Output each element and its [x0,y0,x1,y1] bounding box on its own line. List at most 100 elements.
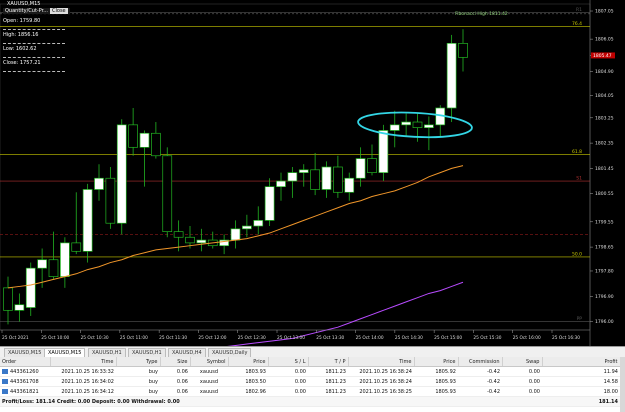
order-close-price: 1805.93 [414,376,458,387]
candle-body [128,124,138,148]
order-icon [2,368,8,374]
time-tick-label: 25 Oct 2021 [2,335,29,341]
candle-body [139,132,150,148]
candle-body [230,228,241,241]
col-tp[interactable]: T / P [308,357,349,367]
candle-body [424,124,434,129]
time-tick-label: 25 Oct 13:30 [316,335,344,341]
order-id: 443361708 [10,378,39,385]
profit-total: 181.14 [542,396,620,407]
col-commission[interactable]: Commission [458,357,503,367]
order-tp: 1811.23 [308,366,348,377]
order-time: 2021.10.25 16:34:02 [50,376,116,387]
order-type: buy [116,376,160,387]
candle-body [287,172,298,182]
time-tick-label: 25 Oct 15:30 [473,335,501,341]
profit-loss-summary-row: Profit/Loss: 181.14 Credit: 0.00 Deposit… [0,396,620,407]
order-symbol: xauusd [190,366,228,377]
order-close-time: 2021.10.25 16:38:24 [348,366,414,377]
col-profit[interactable]: Profit [542,357,621,367]
time-tick-label: 25 Oct 12:30 [238,335,266,341]
candle-body [48,259,59,277]
candle-body [60,242,70,277]
chart-symbol-title: XAUUSD,M15 [7,1,41,7]
price-tick-label: 1802.35 [595,141,614,147]
col-order[interactable]: Order [0,357,51,367]
price-chart[interactable]: 76.4 61.8 50.0 R1 PP S1 Fibonacci High 1811.42… [0,0,625,346]
order-id-cell: 443361821 [0,386,50,397]
fibonacci-label: Fibonacci High 1811.42 [455,11,508,17]
col-swap[interactable]: Swap [502,357,543,367]
candle-body [94,177,104,190]
terminal-orders-panel: Order Time Type Size Symbol Price S / L … [0,357,625,412]
time-tick-label: 25 Oct 11:30 [159,335,187,341]
candle-body [401,121,411,126]
candle-body [242,225,252,230]
order-icon [2,378,8,384]
col-time[interactable]: Time [50,357,117,367]
order-row[interactable]: 443361821 2021.10.25 16:34:12 buy 0.06 x… [0,386,620,397]
col-type[interactable]: Type [116,357,161,367]
order-type: buy [116,366,160,377]
time-tick-label: 25 Oct 11:00 [120,335,148,341]
col-close-time[interactable]: Time [348,357,415,367]
price-tick-label: 1801.45 [595,166,614,172]
candle-body [196,239,207,244]
order-profit: 11.94 [542,366,620,377]
col-price[interactable]: Price [228,357,269,367]
current-price-label: 1805.47 [593,53,612,59]
candle-body [378,130,389,173]
price-tick-label: 1796.00 [595,319,614,325]
time-tick-label: 25 Oct 16:30 [552,335,580,341]
order-swap: 0.00 [502,366,542,377]
candle-body [310,169,320,190]
order-close-price: 1805.92 [414,366,458,377]
candle-body [14,304,25,311]
level-label: 61.8 [572,149,582,155]
order-size: 0.06 [160,376,190,387]
time-tick-label: 25 Oct 12:00 [198,335,226,341]
price-tick-label: 1804.90 [595,69,614,75]
indicator-panel-title: Quantity/Cut-Pr... Close [3,8,70,14]
order-time: 2021.10.25 16:33:32 [50,366,116,377]
candle-body [253,220,264,227]
col-symbol[interactable]: Symbol [190,357,229,367]
candle-body [355,158,366,179]
time-tick-label: 25 Oct 10:00 [41,335,69,341]
level-label: 50.0 [572,251,582,257]
col-sl[interactable]: S / L [268,357,309,367]
ohlc-low: Low: 1602.62 [3,46,65,58]
profit-loss-summary: Profit/Loss: 181.14 Credit: 0.00 Deposit… [0,396,542,407]
order-sl: 0.00 [268,376,308,387]
plot-area [0,3,591,331]
vertical-scrollbar[interactable] [620,357,625,412]
order-commission: -0.42 [458,366,502,377]
col-size[interactable]: Size [160,357,191,367]
ohlc-open: Open: 1759.80 [3,18,65,30]
order-price: 1803.93 [228,366,268,377]
candle-body [321,166,332,190]
candle-body [105,177,116,224]
price-tick-label: 1803.25 [595,115,614,121]
candle-body [298,169,309,173]
time-tick-label: 25 Oct 16:00 [513,335,541,341]
level-label: 76.4 [572,21,582,27]
orders-table: Order Time Type Size Symbol Price S / L … [0,357,621,407]
chart-canvas[interactable]: 76.4 61.8 50.0 R1 PP S1 Fibonacci High 1811.42… [0,0,625,346]
order-id: 443361821 [10,388,39,395]
order-swap: 0.00 [502,376,542,387]
candle-body [37,259,47,269]
order-close-time: 2021.10.25 16:38:25 [348,386,414,397]
order-size: 0.06 [160,366,190,377]
close-panel-button[interactable]: Close [50,8,68,14]
candle-body [25,267,36,308]
candle-body [173,231,184,238]
order-row[interactable]: 443361260 2021.10.25 16:33:32 buy 0.06 x… [0,366,620,377]
order-symbol: xauusd [190,386,228,397]
candle-body [389,124,400,131]
time-tick-label: 25 Oct 14:00 [356,335,384,341]
candle-body [162,155,173,232]
col-close-price[interactable]: Price [414,357,459,367]
order-row[interactable]: 443361708 2021.10.25 16:34:02 buy 0.06 x… [0,376,620,387]
orders-header-row: Order Time Type Size Symbol Price S / L … [0,357,621,367]
